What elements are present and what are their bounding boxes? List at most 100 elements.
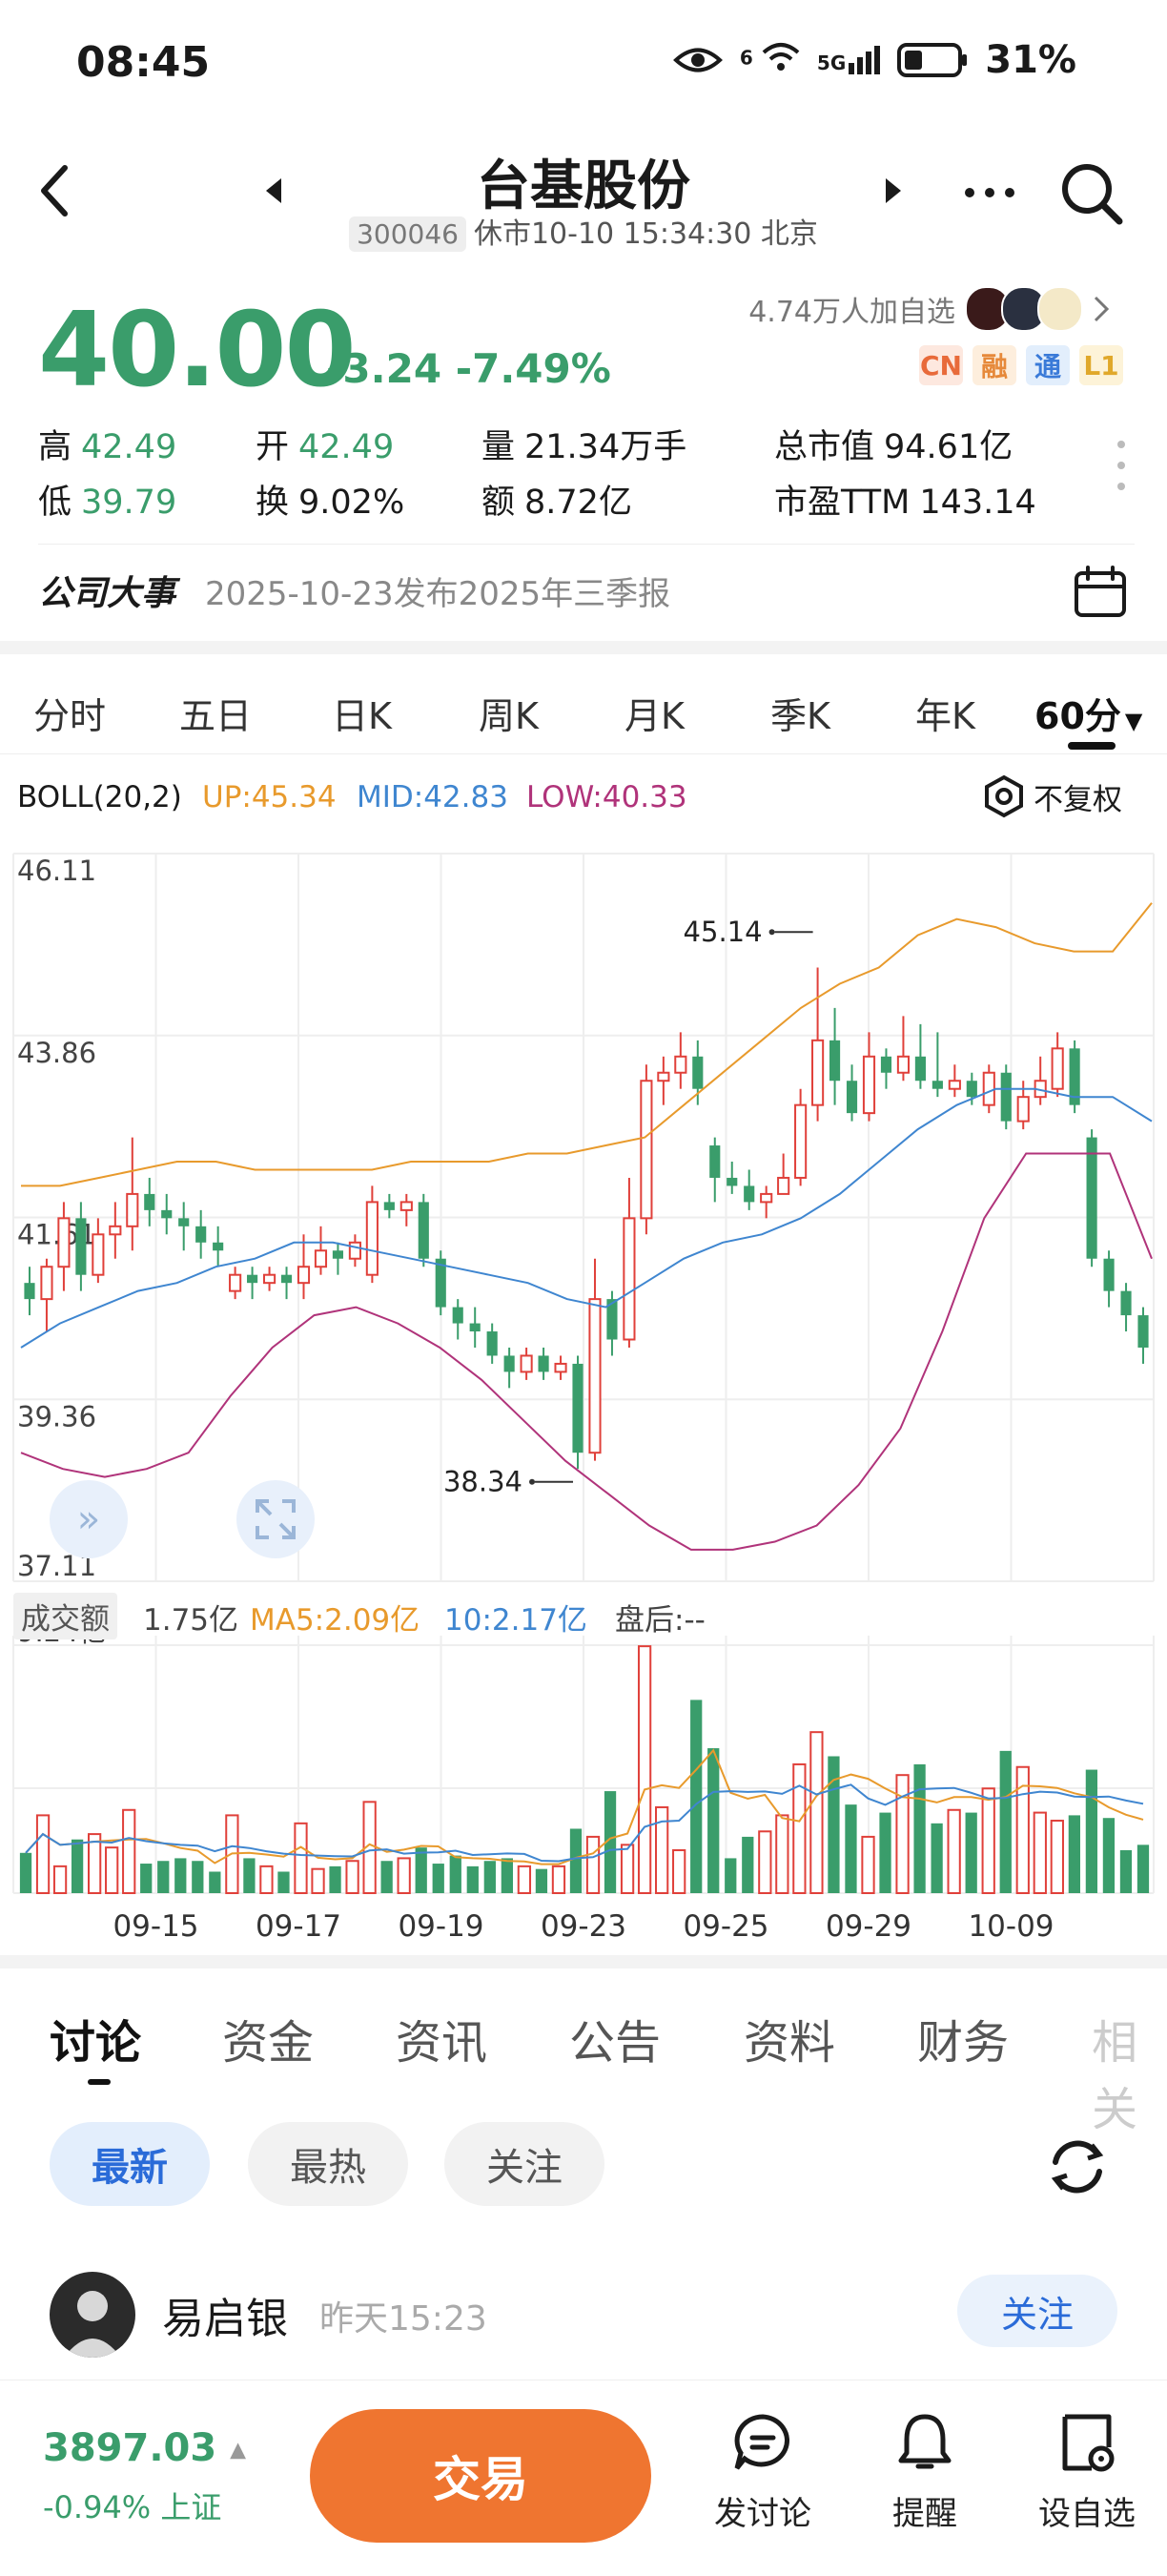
event-label: 公司大事 (38, 574, 176, 613)
tab-five-day[interactable]: 五日 (179, 687, 252, 739)
volume-bar (329, 1865, 341, 1893)
watcher-avatars (965, 286, 1083, 332)
volume-bar (845, 1804, 857, 1893)
volume-bar (35, 1814, 51, 1895)
bell-icon (898, 2414, 952, 2469)
double-chevron-right-icon: » (76, 1497, 101, 1541)
index-value[interactable]: 3897.03 ▲ (43, 2426, 246, 2470)
candle-body (657, 1071, 670, 1082)
filter-latest[interactable]: 最新 (50, 2122, 210, 2206)
alert-button[interactable]: 提醒 (858, 2409, 992, 2534)
volume-bar (157, 1861, 170, 1893)
candle-body (332, 1250, 344, 1259)
calendar-icon[interactable] (1073, 564, 1128, 619)
tab-discussion[interactable]: 讨论 (50, 2005, 141, 2071)
volume-bar (585, 1835, 601, 1894)
tab-weekly[interactable]: 周K (479, 687, 539, 739)
candle-body (161, 1209, 173, 1219)
wifi-icon: 6 (740, 41, 800, 80)
filter-hot[interactable]: 最热 (248, 2122, 408, 2206)
volume-bar (1050, 1820, 1064, 1895)
post-discussion-button[interactable]: 发讨论 (696, 2409, 829, 2534)
volume-bar (792, 1762, 807, 1894)
watchlist-settings-button[interactable]: 设自选 (1020, 2409, 1154, 2534)
divider (0, 1955, 1167, 1968)
volume-bar (1085, 1769, 1098, 1893)
volume-bar (569, 1828, 583, 1893)
status-time: 08:45 (76, 38, 211, 87)
volume-bar (965, 1812, 977, 1893)
stat-label: 高 (38, 428, 72, 466)
candle-body (418, 1202, 429, 1259)
search-icon[interactable] (1058, 160, 1125, 227)
volume-bar (742, 1836, 754, 1893)
volume-bar (449, 1855, 461, 1893)
high-annotation-dot (768, 929, 775, 936)
next-stock-icon[interactable] (882, 176, 905, 205)
candle-body (948, 1080, 961, 1090)
stock-name: 台基股份 (477, 155, 690, 217)
price-chart[interactable]: 46.1143.8641.6139.3637.1145.1438.349.24亿… (0, 753, 1167, 1955)
tab-daily[interactable]: 日K (332, 687, 392, 739)
follow-button[interactable]: 关注 (957, 2275, 1117, 2347)
kline-chart[interactable]: BOLL(20,2) UP:45.34 MID:42.83 LOW:40.33 … (0, 753, 1167, 1955)
boll-up-line (21, 902, 1153, 1187)
volume-value: 1.75亿 (143, 1603, 239, 1638)
volume-bar (690, 1700, 703, 1893)
volume-bar (947, 1808, 961, 1894)
trade-button[interactable]: 交易 (310, 2409, 651, 2543)
chevron-down-icon: ▼ (1124, 708, 1143, 734)
volume-bar (861, 1835, 875, 1894)
tab-profile[interactable]: 资料 (744, 2005, 835, 2071)
tab-monthly[interactable]: 月K (624, 687, 685, 739)
tab-related[interactable]: 相关 (1092, 2005, 1167, 2138)
more-icon[interactable] (963, 186, 1016, 199)
tab-minute[interactable]: 分时 (33, 687, 106, 739)
filter-following[interactable]: 关注 (444, 2122, 604, 2206)
expand-left-button[interactable]: » (50, 1480, 128, 1558)
x-tick-label: 09-25 (683, 1909, 768, 1944)
candle-body (932, 1081, 943, 1089)
alert-label: 提醒 (892, 2495, 957, 2533)
y-tick-label: 39.36 (17, 1400, 96, 1432)
volume-bar (466, 1865, 479, 1893)
volume-bar (879, 1812, 891, 1893)
company-event[interactable]: 公司大事 2025-10-23发布2025年三季报 (38, 544, 1135, 640)
volume-bar (1136, 1844, 1150, 1893)
candle-body (744, 1185, 755, 1203)
stat-value: 8.72亿 (524, 484, 632, 522)
bottom-bar: 3897.03 ▲ -0.94% 上证 交易 发讨论 提醒 设自选 (0, 2380, 1167, 2576)
tab-news[interactable]: 资讯 (396, 2005, 487, 2071)
tab-quarterly[interactable]: 季K (770, 687, 830, 739)
candle-body (674, 1055, 687, 1074)
post-discussion-label: 发讨论 (714, 2495, 811, 2533)
volume-bar (725, 1858, 737, 1893)
volume-bar (122, 1808, 136, 1894)
tab-funds[interactable]: 资金 (222, 2005, 314, 2071)
tab-60min[interactable]: 60分 ▼ (1034, 687, 1142, 739)
refresh-icon[interactable] (1044, 2133, 1111, 2200)
candle-body (452, 1307, 463, 1324)
tab-financials[interactable]: 财务 (917, 2005, 1009, 2071)
chevron-right-icon (1094, 296, 1110, 322)
watchers-row[interactable]: 4.74万人加自选 (748, 286, 1110, 332)
expand-stats-icon[interactable] (1116, 439, 1127, 492)
candle-body (126, 1192, 139, 1227)
volume-ma5: MA5:2.09亿 (250, 1603, 420, 1638)
header: 台基股份 300046 休市10-10 15:34:30 北京 (0, 134, 1167, 277)
post-author[interactable]: 易启银 (162, 2284, 288, 2345)
eye-icon (672, 48, 723, 72)
volume-bar (209, 1871, 221, 1893)
stat-label: 开 (256, 428, 290, 466)
volume-bar (294, 1822, 308, 1895)
avatar[interactable] (50, 2272, 135, 2358)
stat-value: 21.34万手 (524, 428, 687, 466)
candle-body (1000, 1072, 1012, 1122)
fullscreen-button[interactable] (236, 1480, 315, 1558)
tab-announcements[interactable]: 公告 (569, 2005, 661, 2071)
volume-bar (931, 1823, 943, 1893)
tab-yearly[interactable]: 年K (915, 687, 975, 739)
volume-bar (672, 1848, 686, 1895)
index-value-text: 3897.03 (43, 2426, 217, 2470)
watchers-count: 4.74万人加自选 (748, 296, 955, 329)
